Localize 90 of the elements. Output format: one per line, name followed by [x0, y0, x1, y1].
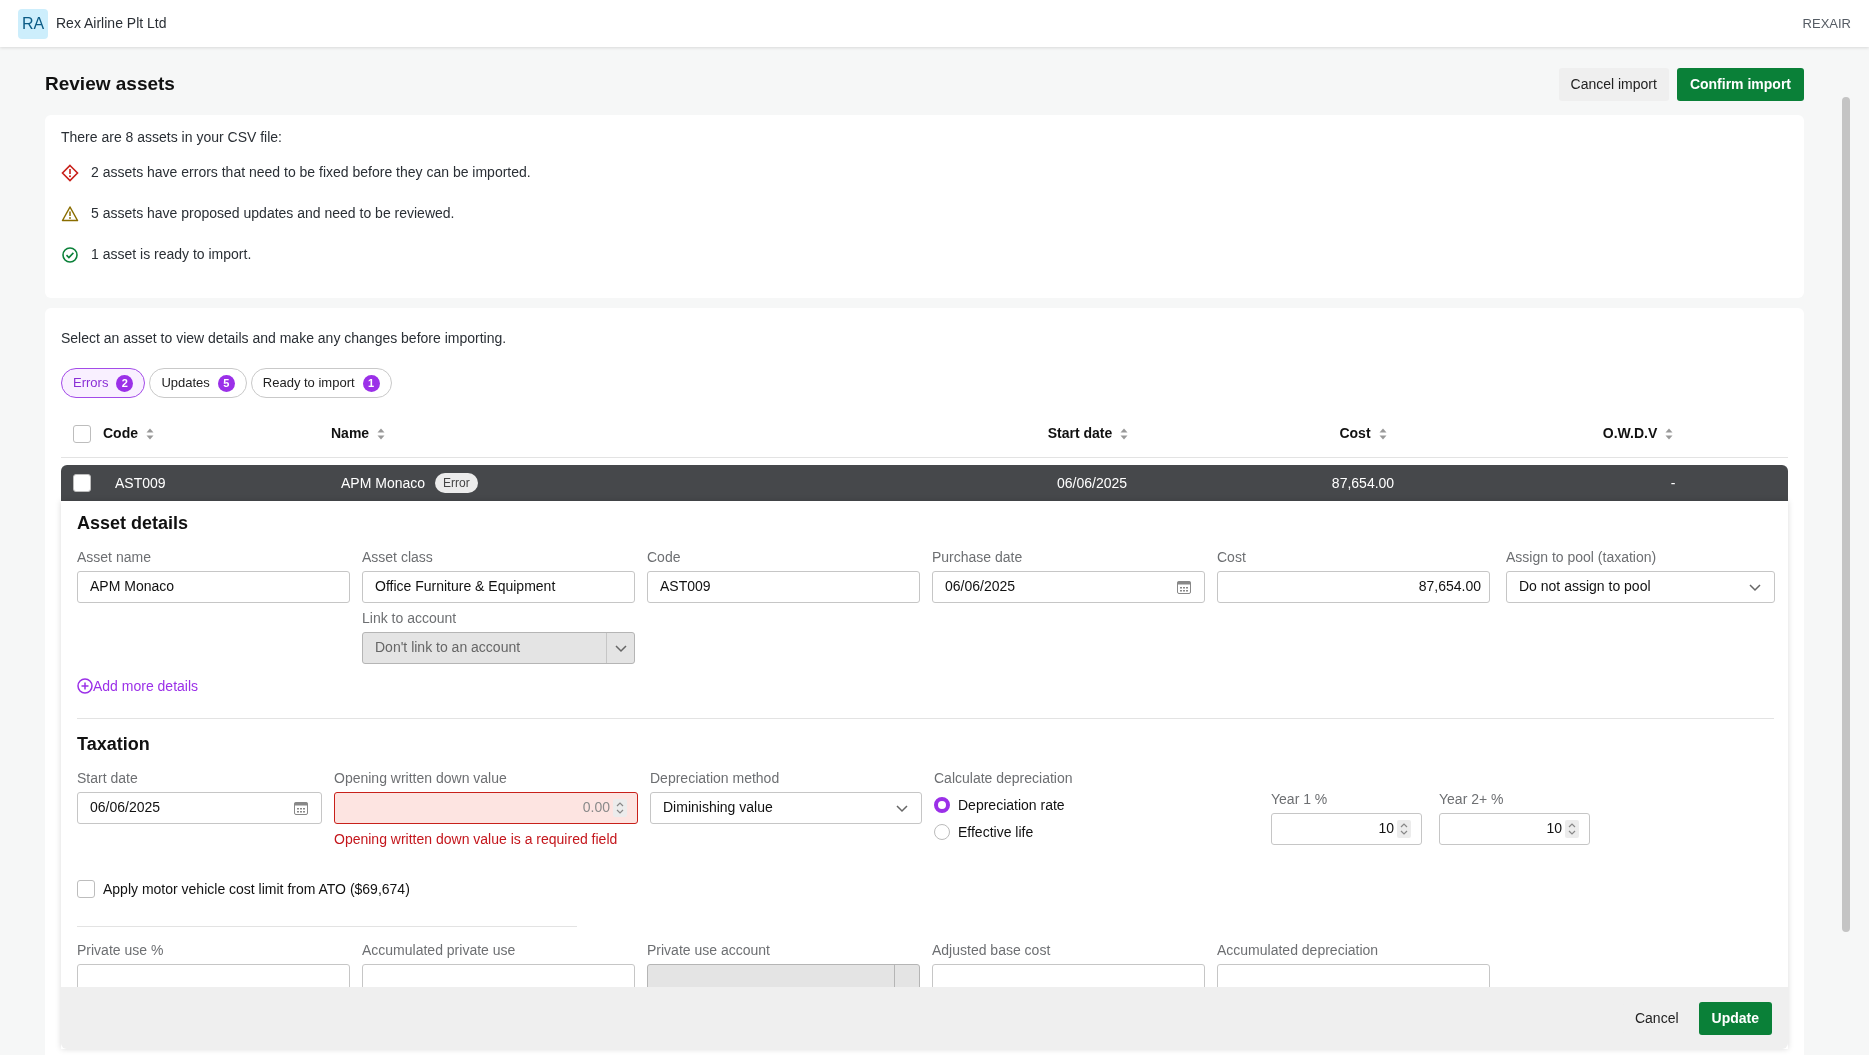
field-label: Private use %: [77, 941, 165, 959]
spinner-icon[interactable]: [1397, 819, 1411, 838]
calendar-icon[interactable]: [293, 799, 309, 816]
radio-label[interactable]: Effective life: [958, 821, 1034, 843]
field-label: Adjusted base cost: [932, 941, 1052, 959]
column-header[interactable]: Code: [103, 423, 138, 444]
company-name: Rex Airline Plt Ltd: [56, 14, 167, 33]
error-message: Opening written down value is a required field: [334, 829, 619, 849]
summary-item: 2 assets have errors that need to be fixed before they can be imported.: [91, 163, 531, 182]
table-cell-text: -: [1670, 473, 1676, 493]
spinner-icon[interactable]: [1565, 819, 1579, 838]
sort-icon[interactable]: [1665, 427, 1674, 440]
sort-icon[interactable]: [1120, 427, 1129, 440]
plus-circle-icon[interactable]: [77, 678, 93, 695]
sort-icon[interactable]: [146, 427, 154, 440]
date-field[interactable]: 06/06/2025: [77, 791, 322, 824]
sort-icon[interactable]: [377, 427, 386, 440]
radio-button[interactable]: [934, 797, 950, 814]
section-title: Taxation: [77, 734, 151, 756]
input-field[interactable]: [362, 963, 635, 987]
input-field[interactable]: [1217, 963, 1490, 987]
instruction-text: Select an asset to view details and make any changes before importing.: [61, 329, 508, 348]
field-label: Code: [647, 548, 682, 566]
filter-pill[interactable]: Ready to import 1: [250, 368, 392, 398]
number-field[interactable]: 10: [1271, 812, 1422, 845]
field-label: Year 2+ %: [1439, 790, 1505, 808]
field-label: Accumulated private use: [362, 941, 517, 959]
column-header[interactable]: O.W.D.V: [1602, 423, 1658, 444]
field-label: Opening written down value: [334, 769, 508, 787]
row-checkbox[interactable]: [73, 474, 91, 492]
table-cell-text: 87,654.00: [1331, 473, 1395, 493]
radio-button[interactable]: [934, 824, 950, 841]
filter-pill[interactable]: Errors 2: [61, 368, 146, 398]
field-label: Purchase date: [932, 548, 1024, 566]
number-field[interactable]: 10: [1439, 812, 1590, 845]
count-badge: 1: [362, 374, 380, 392]
check-circle-icon: [61, 245, 79, 264]
section-title: Asset details: [77, 513, 190, 535]
filter-pill[interactable]: Updates 5: [149, 368, 247, 398]
confirm-button[interactable]: Confirm import: [1676, 67, 1804, 101]
org-code: REXAIR: [1802, 14, 1851, 33]
checkbox[interactable]: [77, 880, 95, 899]
column-header[interactable]: Cost: [1339, 423, 1371, 444]
update-button[interactable]: Update: [1698, 1001, 1772, 1035]
field-label: Year 1 %: [1271, 790, 1329, 808]
table-row[interactable]: AST009 APM Monaco Error 06/06/2025 87,654.00 -: [61, 465, 1788, 501]
count-badge: 2: [116, 374, 134, 392]
cancel-button[interactable]: Cancel import: [1558, 67, 1669, 101]
calendar-icon[interactable]: [1176, 578, 1192, 595]
spinner-icon[interactable]: [613, 798, 627, 817]
input-field[interactable]: Office Furniture & Equipment: [362, 570, 635, 603]
input-field[interactable]: 87,654.00: [1217, 570, 1490, 603]
scrollbar[interactable]: [1842, 97, 1850, 932]
avatar: RA: [18, 8, 48, 39]
field-label: Cost: [1217, 548, 1247, 566]
count-badge: 5: [217, 374, 235, 392]
input-field[interactable]: [932, 963, 1205, 987]
sort-icon[interactable]: [1378, 427, 1387, 440]
input-field[interactable]: [77, 963, 350, 987]
select-field: Don't link to an account: [362, 631, 635, 664]
table-cell-text: AST009: [114, 473, 167, 493]
field-label: Private use account: [647, 941, 771, 959]
table-cell-text: APM Monaco: [341, 473, 426, 493]
input-field[interactable]: AST009: [647, 570, 920, 603]
status-badge: Error: [435, 473, 478, 493]
summary-item: 1 asset is ready to import.: [91, 245, 252, 264]
column-header[interactable]: Start date: [1047, 423, 1113, 444]
table-cell-text: 06/06/2025: [1056, 473, 1128, 493]
column-header[interactable]: Name: [331, 423, 370, 444]
field-label: Assign to pool (taxation): [1506, 548, 1658, 566]
warning-icon: [61, 204, 79, 223]
select-field[interactable]: Do not assign to pool: [1506, 570, 1775, 603]
field-label: Calculate depreciation: [934, 769, 1074, 787]
field-label: Asset class: [362, 548, 434, 566]
field-label: Start date: [77, 769, 139, 787]
summary-item: 5 assets have proposed updates and need to be reviewed.: [91, 204, 455, 223]
field-label: Accumulated depreciation: [1217, 941, 1380, 959]
field-label: Link to account: [362, 609, 458, 627]
error-icon: [61, 163, 79, 182]
checkbox-label[interactable]: Apply motor vehicle cost limit from ATO ($69,674): [103, 878, 410, 900]
add-details-link[interactable]: Add more details: [77, 675, 199, 697]
field-label: Depreciation method: [650, 769, 781, 787]
date-field[interactable]: 06/06/2025: [932, 570, 1205, 603]
summary-intro: There are 8 assets in your CSV file:: [61, 128, 283, 147]
select-all-checkbox[interactable]: [73, 424, 91, 443]
radio-label[interactable]: Depreciation rate: [958, 794, 1065, 816]
page-title: Review assets: [45, 72, 175, 96]
input-field[interactable]: APM Monaco: [77, 570, 350, 603]
select-field[interactable]: Diminishing value: [650, 791, 922, 824]
field-label: Asset name: [77, 548, 152, 566]
